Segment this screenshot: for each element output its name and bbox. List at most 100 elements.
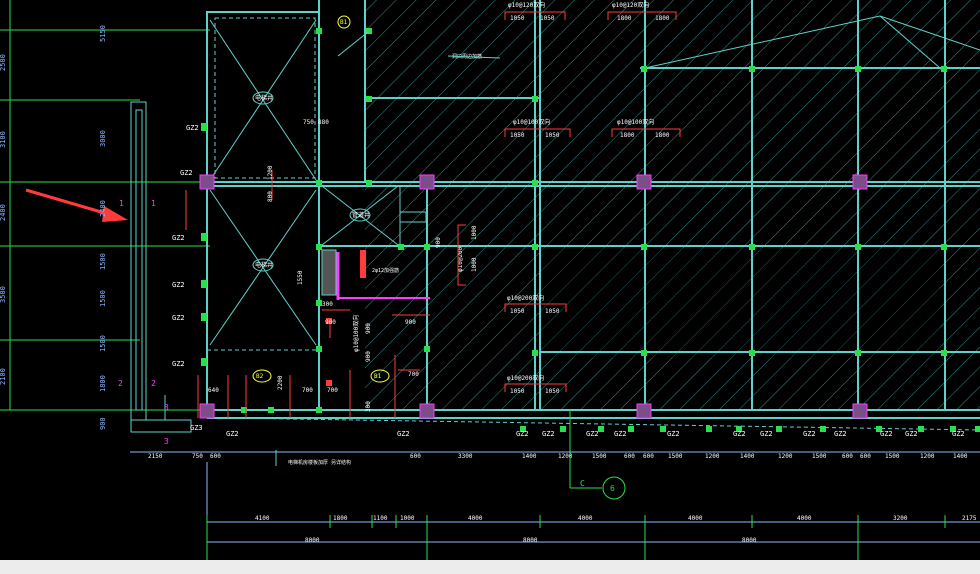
dim-label: 3200 [893,515,908,522]
slab-number: 900 [365,351,372,362]
slab-number: 2200 [277,375,284,390]
dim-label: 1400 [953,453,968,460]
dim-label: 600 [860,453,871,460]
column [199,403,215,419]
column [636,174,652,190]
dim-label: 4000 [688,515,703,522]
dim-label: 1400 [522,453,537,460]
status-bar [0,560,980,574]
dim-label: 1800 [333,515,348,522]
dim-label: 2150 [148,453,163,460]
column [419,403,435,419]
column-tag: GZ2 [172,281,185,289]
dim-label: 1200 [705,453,720,460]
column-tag: GZ2 [516,430,529,438]
column [852,403,868,419]
slab-number: 1550 [297,270,304,285]
dim-label: 600 [410,453,421,460]
dim-label: 8000 [742,537,757,544]
slab-number: 1050 [545,388,560,395]
dim-label: 1500 [99,253,107,270]
column [852,174,868,190]
dim-label: 3300 [458,453,473,460]
slab-number: 1050 [510,388,525,395]
slab-number: 1800 [655,132,670,139]
dim-label: 4100 [255,515,270,522]
column [636,403,652,419]
room-tag: 管道井 [352,211,370,219]
dim-label: 1200 [920,453,935,460]
rebar-tag: φ10@200双向 [507,294,544,302]
column [419,174,435,190]
note-text: 电梯机房楼板加厚 另详结构 [288,459,351,466]
slab-number: 700 [327,387,338,394]
slab-number: 900 [405,319,416,326]
slab-number: 880 [318,119,329,126]
dim-label: 1500 [592,453,607,460]
slab-number: 1800 [617,15,632,22]
dim-label: 1800 [99,375,107,392]
rebar-tag: φ10@120双向 [612,1,649,9]
room-tag: 电梯井 [255,261,273,269]
slab-number: 700 [302,387,313,394]
column-tag: GZ2 [614,430,627,438]
dim-label: 750 [192,453,203,460]
slab-number: 1800 [655,15,670,22]
dim-label: 600 [210,453,221,460]
dim-label: 600 [643,453,654,460]
dim-label: 1500 [885,453,900,460]
shaft-label: 1 [119,199,124,208]
dim-label: 1500 [99,335,107,352]
dim-label: 1200 [778,453,793,460]
column-tag: GZ2 [397,430,410,438]
shaft-label: 3 [164,403,169,412]
dim-label: 2100 [0,368,7,385]
dim-label: 2400 [99,200,107,217]
rebar-tag: φ10@100双向 [617,118,654,126]
dim-label: 1500 [812,453,827,460]
dim-label: 3500 [0,286,7,303]
column-tag: GZ2 [586,430,599,438]
column-tag: GZ2 [667,430,680,438]
note-text: 2φ12加强筋 [372,267,399,274]
shaft-label: 2 [118,379,123,388]
slab-number: 300 [322,301,333,308]
column-tag: GZ2 [172,314,185,322]
slab-number: 800 [267,191,274,202]
column-tag: GZ2 [542,430,555,438]
column-tag: GZ2 [180,169,193,177]
dim-label: 4000 [468,515,483,522]
column-tag: GZ2 [172,360,185,368]
slab-number: 1050 [540,15,555,22]
dim-label: 1500 [99,290,107,307]
slab-number: 900 [435,237,442,248]
slab-number: 1050 [545,132,560,139]
column-tag: GZ2 [834,430,847,438]
slab-number: 900 [325,319,336,326]
column-tag: GZ2 [172,234,185,242]
dim-label: 1000 [400,515,415,522]
column-tag: GZ2 [760,430,773,438]
shaft-label: 1 [151,199,156,208]
cad-drawing-canvas[interactable]: 2500 3100 2400 3500 2100 5150 3000 2400 … [0,0,980,574]
slab-number: 750 [303,119,314,126]
floor-plan-svg: 2500 3100 2400 3500 2100 5150 3000 2400 … [0,0,980,560]
column-tag: GZ2 [733,430,746,438]
rebar-tag: φ10@120双向 [508,1,545,9]
rebar-tag: φ10@100双向 [352,315,360,352]
slab-number: 1000 [471,257,478,272]
dim-label: 8000 [305,537,320,544]
rebar-tag: φ10@100双向 [513,118,550,126]
dim-label: 2500 [0,54,7,71]
column [199,174,215,190]
grid-label: C [580,479,585,488]
dim-label: 1400 [740,453,755,460]
room-tag: B2 [256,373,264,380]
dim-label: 4000 [578,515,593,522]
column-tag: GZ3 [190,424,203,432]
slab-number: 640 [208,387,219,394]
column-tag: GZ2 [952,430,965,438]
room-tag: 电梯井 [255,94,273,102]
grid-label: 6 [610,484,615,493]
slab-number: 1800 [620,132,635,139]
